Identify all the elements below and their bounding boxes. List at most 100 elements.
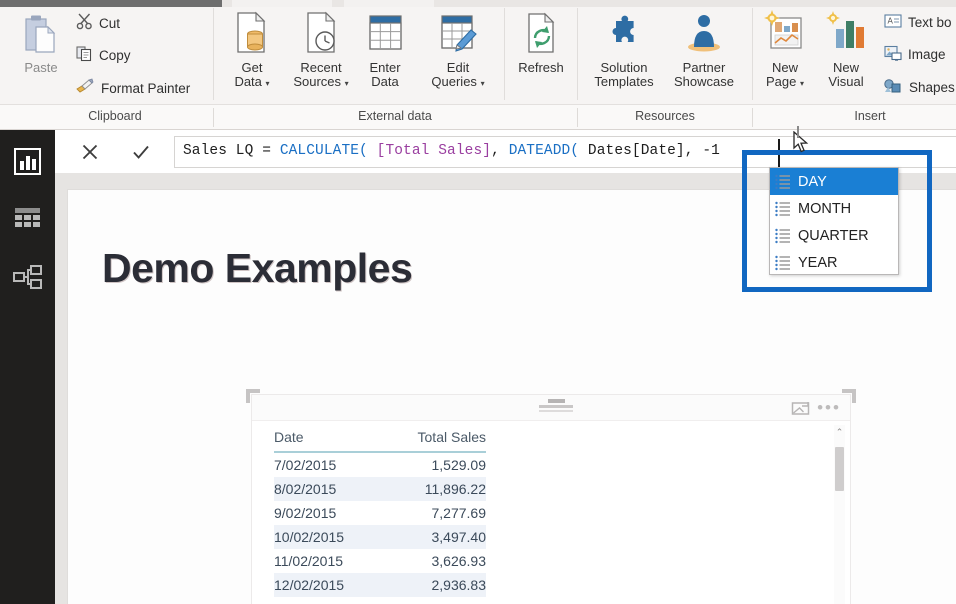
label-divider-2 bbox=[577, 108, 578, 127]
drag-handle-icon[interactable] bbox=[539, 399, 573, 414]
cell-date: 12/02/2015 bbox=[274, 577, 345, 593]
svg-text:A: A bbox=[888, 17, 894, 26]
chevron-up-icon[interactable]: ⌃ bbox=[834, 425, 845, 439]
table-row[interactable]: 11/02/2015 3,626.93 bbox=[274, 549, 486, 573]
mouse-cursor bbox=[793, 130, 810, 159]
group-label-resources: Resources bbox=[635, 109, 695, 123]
copy-icon bbox=[76, 45, 93, 65]
scissors-icon bbox=[76, 13, 93, 33]
format-painter-icon bbox=[76, 78, 95, 98]
enum-list-icon bbox=[775, 255, 790, 271]
refresh-button[interactable]: Refresh bbox=[512, 10, 570, 75]
formula-comma: , bbox=[491, 143, 500, 159]
ribbon-tab-second[interactable] bbox=[232, 0, 332, 7]
table-vertical-scrollbar[interactable]: ⌃ bbox=[834, 425, 845, 604]
sidebar-item-model-view[interactable] bbox=[0, 251, 55, 303]
get-data-label-line2: Data bbox=[234, 74, 262, 90]
table-row[interactable]: 9/02/2015 7,277.69 bbox=[274, 501, 486, 525]
column-header-total-sales[interactable]: Total Sales bbox=[378, 429, 486, 445]
image-button[interactable]: Image bbox=[884, 45, 946, 64]
sidebar-item-data-view[interactable] bbox=[0, 193, 55, 245]
visual-header: ••• bbox=[252, 395, 850, 421]
partner-showcase-label-line1: Partner bbox=[682, 60, 726, 76]
group-label-insert: Insert bbox=[854, 109, 886, 123]
edit-queries-button[interactable]: Edit Queries ▾ bbox=[424, 10, 492, 89]
formula-fn-calculate: CALCULATE( bbox=[279, 143, 368, 159]
cell-date: 7/02/2015 bbox=[274, 457, 337, 473]
recent-sources-label-line1: Recent bbox=[300, 60, 342, 76]
ribbon-group-labels: Clipboard External data Resources Insert bbox=[0, 105, 956, 130]
copy-button[interactable]: Copy bbox=[76, 45, 131, 65]
enum-list-icon bbox=[775, 201, 790, 217]
cell-date: 10/02/2015 bbox=[274, 529, 345, 545]
formula-measure-name: Sales LQ = bbox=[183, 143, 280, 159]
cursor-trail bbox=[797, 126, 799, 138]
focus-mode-button[interactable] bbox=[789, 399, 811, 417]
visual-table: Date Total Sales 7/02/2015 1,529.09 8/02… bbox=[274, 429, 486, 604]
table-row[interactable]: 13/02/2015 6,123.31 bbox=[274, 597, 486, 604]
chevron-down-icon[interactable]: ▾ bbox=[266, 79, 270, 88]
table-row[interactable]: 7/02/2015 1,529.09 bbox=[274, 453, 486, 477]
new-visual-icon bbox=[824, 10, 868, 59]
label-divider-3 bbox=[752, 108, 753, 127]
recent-sources-label-line2: Sources bbox=[293, 74, 342, 90]
cut-label: Cut bbox=[99, 15, 121, 31]
more-options-button[interactable]: ••• bbox=[817, 398, 841, 417]
cancel-formula-button[interactable] bbox=[75, 138, 105, 166]
shapes-icon bbox=[884, 78, 903, 97]
group-divider-3 bbox=[752, 8, 753, 100]
chevron-down-icon[interactable]: ▾ bbox=[481, 79, 485, 88]
new-page-label-line2: Page bbox=[765, 74, 797, 90]
table-row[interactable]: 8/02/2015 11,896.22 bbox=[274, 477, 486, 501]
group-label-clipboard: Clipboard bbox=[88, 109, 142, 123]
partner-showcase-button[interactable]: Partner Showcase bbox=[668, 10, 740, 89]
table-visual[interactable]: ••• Date Total Sales 7/02/2015 1,529.09 … bbox=[246, 389, 856, 604]
sidebar-item-report-view[interactable] bbox=[0, 135, 55, 187]
solution-templates-label-line1: Solution bbox=[600, 60, 648, 76]
text-box-icon: A bbox=[884, 13, 902, 32]
autocomplete-option-quarter[interactable]: QUARTER bbox=[770, 222, 898, 249]
cut-button[interactable]: Cut bbox=[76, 13, 120, 33]
enter-data-label-line1: Enter bbox=[369, 60, 401, 76]
autocomplete-option-year[interactable]: YEAR bbox=[770, 249, 898, 276]
shapes-button[interactable]: Shapes bbox=[884, 78, 955, 97]
cell-total-sales: 3,497.40 bbox=[431, 529, 487, 545]
refresh-label: Refresh bbox=[518, 60, 564, 76]
edit-queries-label-line2: Queries bbox=[431, 74, 477, 90]
enter-data-button[interactable]: Enter Data bbox=[362, 10, 408, 89]
format-painter-button[interactable]: Format Painter bbox=[76, 78, 190, 98]
new-page-button[interactable]: New Page ▾ bbox=[758, 10, 812, 89]
formula-fn-dateadd: DATEADD( bbox=[499, 143, 580, 159]
table-row[interactable]: 10/02/2015 3,497.40 bbox=[274, 525, 486, 549]
text-box-button[interactable]: A Text bo bbox=[884, 13, 952, 32]
image-label: Image bbox=[908, 47, 946, 62]
focus-mode-icon bbox=[791, 401, 809, 415]
page-title: Demo Examples bbox=[102, 245, 413, 291]
scrollbar-thumb[interactable] bbox=[835, 447, 844, 491]
column-header-date[interactable]: Date bbox=[274, 429, 378, 445]
cell-total-sales: 1,529.09 bbox=[431, 457, 487, 473]
ribbon-tab-strip bbox=[0, 0, 956, 7]
group-divider-edit-refresh bbox=[504, 8, 505, 100]
ribbon-tab-active[interactable] bbox=[0, 0, 222, 7]
chevron-down-icon[interactable]: ▾ bbox=[800, 79, 804, 88]
chevron-down-icon[interactable]: ▾ bbox=[345, 79, 349, 88]
table-row[interactable]: 12/02/2015 2,936.83 bbox=[274, 573, 486, 597]
commit-formula-button[interactable] bbox=[126, 138, 156, 166]
new-visual-label-line1: New bbox=[832, 60, 859, 76]
view-switcher-sidebar bbox=[0, 130, 55, 604]
dax-autocomplete-dropdown[interactable]: DAY MONTH QUARTER YEAR bbox=[769, 167, 899, 275]
cell-date: 8/02/2015 bbox=[274, 481, 337, 497]
recent-sources-button[interactable]: Recent Sources ▾ bbox=[288, 10, 354, 89]
autocomplete-option-month[interactable]: MONTH bbox=[770, 195, 898, 222]
ribbon-tab-third[interactable] bbox=[344, 0, 434, 7]
get-data-button[interactable]: Get Data ▾ bbox=[226, 10, 278, 89]
paste-button[interactable]: Paste bbox=[10, 14, 72, 75]
get-data-icon bbox=[231, 10, 273, 59]
new-visual-button[interactable]: New Visual bbox=[820, 10, 872, 89]
solution-templates-button[interactable]: Solution Templates bbox=[586, 10, 662, 89]
autocomplete-option-day[interactable]: DAY bbox=[770, 168, 898, 195]
close-icon bbox=[82, 144, 98, 160]
autocomplete-option-label: QUARTER bbox=[798, 227, 869, 244]
ribbon: Paste Cut Copy Format Painter Get Data ▾… bbox=[0, 0, 956, 105]
